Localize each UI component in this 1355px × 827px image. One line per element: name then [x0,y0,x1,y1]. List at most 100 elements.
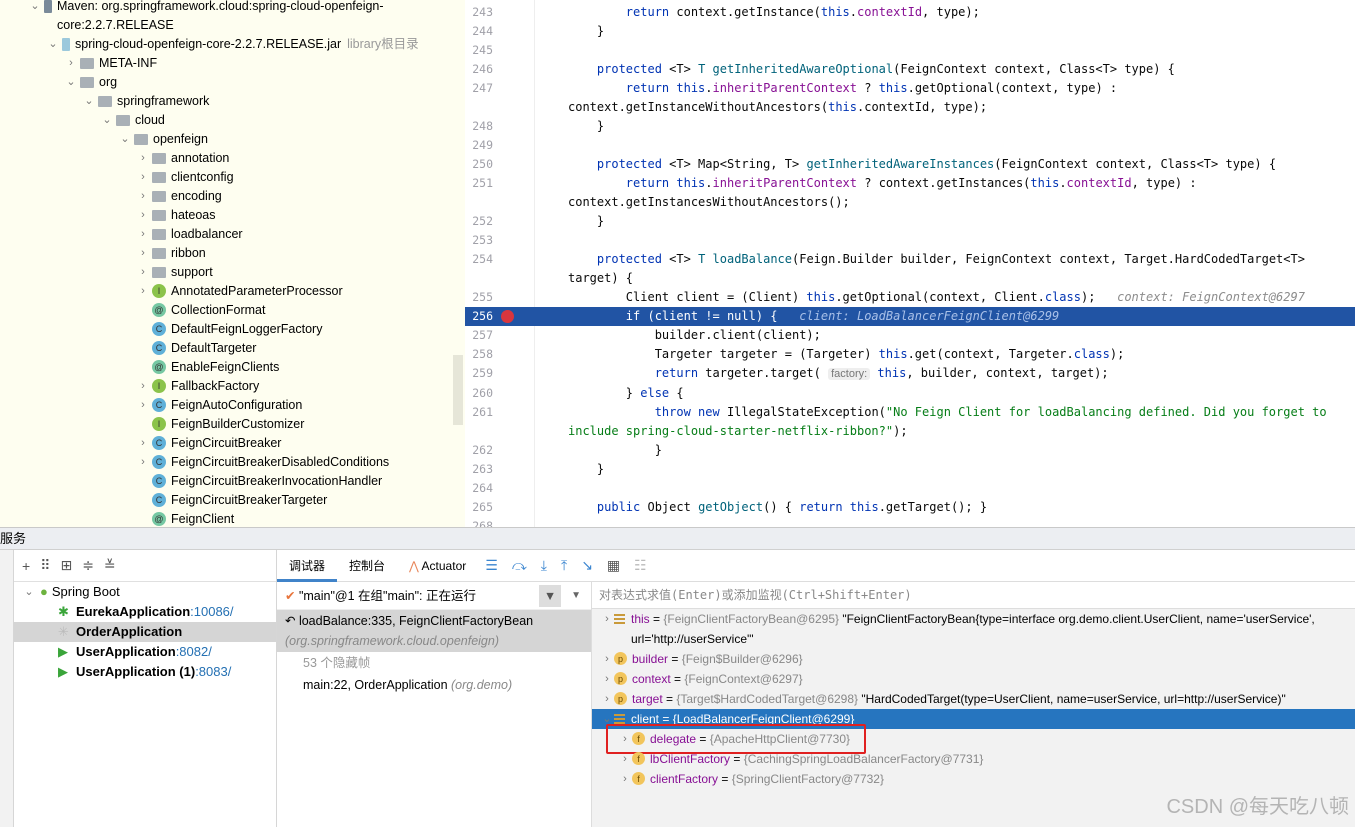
code-line[interactable]: 260 } else { [465,384,1355,403]
tree-item[interactable]: › I AnnotatedParameterProcessor [0,282,465,301]
tree-item[interactable]: C FeignCircuitBreakerTargeter [0,491,465,510]
variable-row[interactable]: › f delegate = {ApacheHttpClient@7730} [592,724,1355,754]
group-icon[interactable]: ⠿ [40,557,50,574]
tree-item[interactable]: › C FeignCircuitBreakerDisabledConditions [0,453,465,472]
variable-row[interactable]: › p context = {FeignContext@6297} [592,669,1355,689]
tree-item[interactable]: › encoding [0,187,465,206]
service-item[interactable]: ✳ OrderApplication [14,622,276,642]
chevron-right-icon[interactable]: › [136,396,150,415]
chevron-down-icon[interactable]: ▼ [571,583,581,609]
chevron-down-icon[interactable]: ⌄ [46,35,60,54]
chevron-right-icon[interactable]: › [618,749,632,769]
chevron-right-icon[interactable]: › [136,453,150,472]
menu-icon[interactable]: ☰ [485,557,498,574]
tree-item[interactable]: ⌄ spring-cloud-openfeign-core-2.2.7.RELEA… [0,35,465,54]
tree-item[interactable]: › META-INF [0,54,465,73]
chevron-right-icon[interactable]: › [136,263,150,282]
tree-item[interactable]: › C FeignAutoConfiguration [0,396,465,415]
service-item[interactable]: ▶ UserApplication (1) :8083/ [14,662,276,682]
chevron-right-icon[interactable]: › [136,149,150,168]
code-line[interactable]: 245​ [465,41,1355,60]
code-line[interactable]: 254 protected <T> T loadBalance(Feign.Bu… [465,250,1355,288]
filter-add-icon[interactable]: ⊞ [60,557,72,574]
code-line[interactable]: 253​ [465,231,1355,250]
code-editor[interactable]: 243 return context.getInstance(this.cont… [465,0,1355,533]
chevron-down-icon[interactable]: ⌄ [82,92,96,111]
chevron-right-icon[interactable]: › [136,187,150,206]
code-line[interactable]: 247 return this.inheritParentContext ? t… [465,79,1355,117]
service-port[interactable]: :8082/ [176,642,212,662]
tree-item[interactable]: › hateoas [0,206,465,225]
tree-item[interactable]: @ EnableFeignClients [0,358,465,377]
tree-item[interactable]: › I FallbackFactory [0,377,465,396]
chevron-right-icon[interactable]: › [600,669,614,689]
chevron-down-icon[interactable]: ⌄ [64,73,78,92]
tree-item[interactable]: I FeignBuilderCustomizer [0,415,465,434]
step-out-icon[interactable]: ⤒ [561,557,567,574]
chevron-right-icon[interactable]: › [618,769,632,789]
evaluate-expression-input[interactable]: 对表达式求值(Enter)或添加监视(Ctrl+Shift+Enter) [592,582,1355,609]
code-line[interactable]: 264​ [465,479,1355,498]
code-line[interactable]: 249​ [465,136,1355,155]
stack-frame[interactable]: ↶ loadBalance:335, FeignClientFactoryBea… [277,610,591,652]
code-line[interactable]: 244 } [465,22,1355,41]
variable-row[interactable]: › p builder = {Feign$Builder@6296} [592,649,1355,669]
tree-item[interactable]: C DefaultFeignLoggerFactory [0,320,465,339]
code-line[interactable]: 250 protected <T> Map<String, T> getInhe… [465,155,1355,174]
tree-item[interactable]: › clientconfig [0,168,465,187]
tree-item[interactable]: C FeignCircuitBreakerInvocationHandler [0,472,465,491]
stack-frame[interactable]: main:22, OrderApplication (org.demo) [277,674,591,696]
service-item[interactable]: ▶ UserApplication :8082/ [14,642,276,662]
service-item[interactable]: ✱ EurekaApplication :10086/ [14,602,276,622]
code-line[interactable]: 252 } [465,212,1355,231]
code-line[interactable]: 263 } [465,460,1355,479]
chevron-right-icon[interactable]: › [600,689,614,709]
code-line[interactable]: 246 protected <T> T getInheritedAwareOpt… [465,60,1355,79]
variable-row[interactable]: › this = {FeignClientFactoryBean@6295} "F… [592,609,1355,649]
chevron-right-icon[interactable]: › [136,225,150,244]
code-line[interactable]: 256 if (client != null) { client: LoadBa… [465,307,1355,326]
chevron-down-icon[interactable]: ⌄ [100,111,114,130]
chevron-down-icon[interactable]: ⌄ [118,130,132,149]
code-line[interactable]: 243 return context.getInstance(this.cont… [465,3,1355,22]
chevron-right-icon[interactable]: › [136,282,150,301]
code-line[interactable]: 262 } [465,441,1355,460]
variable-row[interactable]: › p target = {Target$HardCodedTarget@6298}… [592,689,1355,709]
tree-item[interactable]: C DefaultTargeter [0,339,465,358]
tree-item[interactable]: › loadbalancer [0,225,465,244]
chevron-right-icon[interactable]: › [136,434,150,453]
code-line[interactable]: 258 Targeter targeter = (Targeter) this.… [465,345,1355,364]
chevron-right-icon[interactable]: › [600,609,614,629]
service-port[interactable]: :10086/ [190,602,233,622]
variable-row[interactable]: › f clientFactory = {SpringClientFactory@7… [592,769,1355,789]
code-line[interactable]: 265 public Object getObject() { return t… [465,498,1355,517]
chevron-right-icon[interactable]: › [136,168,150,187]
tree-item[interactable]: › support [0,263,465,282]
code-line[interactable]: 248 } [465,117,1355,136]
tree-item[interactable]: › ribbon [0,244,465,263]
tree-item[interactable]: › C FeignCircuitBreaker [0,434,465,453]
evaluate-icon[interactable]: ▦ [607,557,620,574]
tab-actuator[interactable]: ⋀ Actuator [397,550,478,582]
chevron-right-icon[interactable]: › [136,206,150,225]
tree-item[interactable]: ⌄ org [0,73,465,92]
step-into-icon[interactable]: ⤓ [541,557,547,574]
breakpoint-icon[interactable] [501,310,514,323]
add-icon[interactable]: + [22,558,30,574]
collapse-all-icon[interactable]: ≚ [104,557,116,574]
tree-item[interactable]: ⌄ springframework [0,92,465,111]
tree-item[interactable]: @ CollectionFormat [0,301,465,320]
expand-all-icon[interactable]: ≑ [82,557,94,574]
thread-selector[interactable]: ✔ "main"@1 在组"main": 正在运行 ▼ ▼ [277,582,591,610]
chevron-down-icon[interactable]: ⌄ [28,0,42,16]
code-line[interactable]: 257 builder.client(client); [465,326,1355,345]
code-line[interactable]: 251 return this.inheritParentContext ? c… [465,174,1355,212]
code-line[interactable]: 255 Client client = (Client) this.getOpt… [465,288,1355,307]
filter-icon[interactable]: ▼ [539,585,561,607]
tab-debugger[interactable]: 调试器 [277,550,338,582]
chevron-right-icon[interactable]: › [136,244,150,263]
spring-boot-group[interactable]: ⌄ ● Spring Boot [14,582,276,602]
run-to-cursor-icon[interactable]: ↘ [581,557,593,574]
chevron-right-icon[interactable]: › [136,377,150,396]
chevron-right-icon[interactable]: › [600,649,614,669]
